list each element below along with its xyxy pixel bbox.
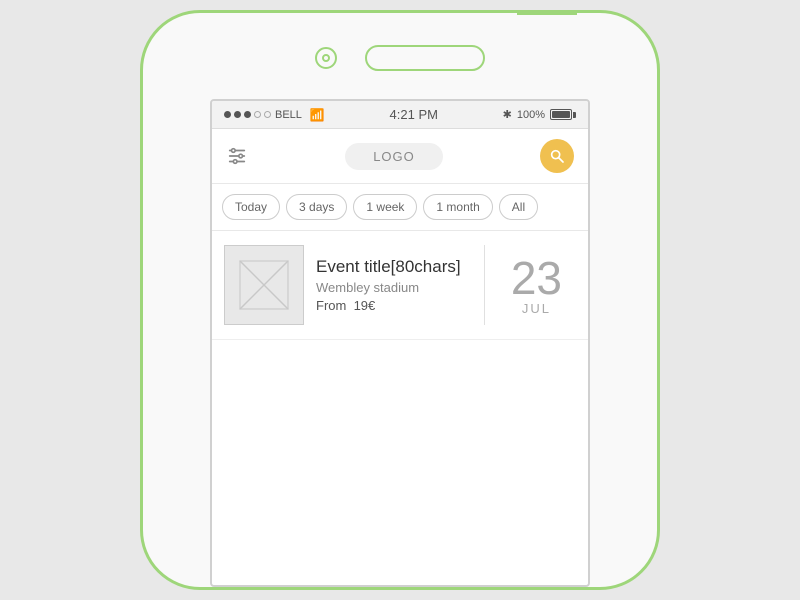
camera-lens: [322, 54, 330, 62]
signal-dot-2: [234, 111, 241, 118]
battery-icon: [550, 109, 576, 120]
price-value: 19€: [354, 298, 376, 313]
filter-button[interactable]: [226, 145, 248, 167]
event-title: Event title[80chars]: [316, 257, 472, 277]
signal-dot-1: [224, 111, 231, 118]
camera: [315, 47, 337, 69]
status-left: BELL 📶: [224, 108, 325, 122]
power-button[interactable]: [657, 198, 660, 258]
signal-indicator: [224, 111, 271, 118]
event-list: Event title[80chars] Wembley stadium Fro…: [212, 231, 588, 585]
event-date: 23 JUL: [497, 245, 576, 325]
date-divider: [484, 245, 485, 325]
event-price: From 19€: [316, 298, 472, 313]
event-month: JUL: [522, 301, 551, 316]
search-button[interactable]: [540, 139, 574, 173]
tab-3days[interactable]: 3 days: [286, 194, 347, 220]
tab-today[interactable]: Today: [222, 194, 280, 220]
bluetooth-icon: ✱: [503, 108, 512, 121]
status-bar: BELL 📶 4:21 PM ✱ 100%: [212, 101, 588, 129]
signal-dot-3: [244, 111, 251, 118]
status-time: 4:21 PM: [390, 107, 438, 122]
signal-dot-5: [264, 111, 271, 118]
speaker: [365, 45, 485, 71]
event-image: [224, 245, 304, 325]
signal-dot-4: [254, 111, 261, 118]
event-item[interactable]: Event title[80chars] Wembley stadium Fro…: [212, 231, 588, 340]
event-day: 23: [511, 255, 562, 301]
carrier-name: BELL: [275, 109, 302, 121]
phone-top-hardware: [143, 13, 657, 71]
volume-down-button[interactable]: [140, 247, 143, 291]
tab-all[interactable]: All: [499, 194, 538, 220]
wifi-icon: 📶: [310, 108, 325, 122]
tab-1month[interactable]: 1 month: [423, 194, 492, 220]
headphone-port: [517, 10, 577, 15]
screen: BELL 📶 4:21 PM ✱ 100%: [210, 99, 590, 587]
mute-button[interactable]: [140, 143, 143, 175]
battery-percent: 100%: [517, 109, 545, 121]
logo: LOGO: [345, 143, 443, 170]
navbar: LOGO: [212, 129, 588, 184]
phone-frame: BELL 📶 4:21 PM ✱ 100%: [140, 10, 660, 590]
status-right: ✱ 100%: [503, 108, 576, 121]
price-label: From: [316, 298, 346, 313]
tab-1week[interactable]: 1 week: [353, 194, 417, 220]
event-venue: Wembley stadium: [316, 280, 472, 295]
filter-tabs: Today 3 days 1 week 1 month All: [212, 184, 588, 231]
event-info: Event title[80chars] Wembley stadium Fro…: [316, 245, 472, 325]
volume-up-button[interactable]: [140, 193, 143, 237]
